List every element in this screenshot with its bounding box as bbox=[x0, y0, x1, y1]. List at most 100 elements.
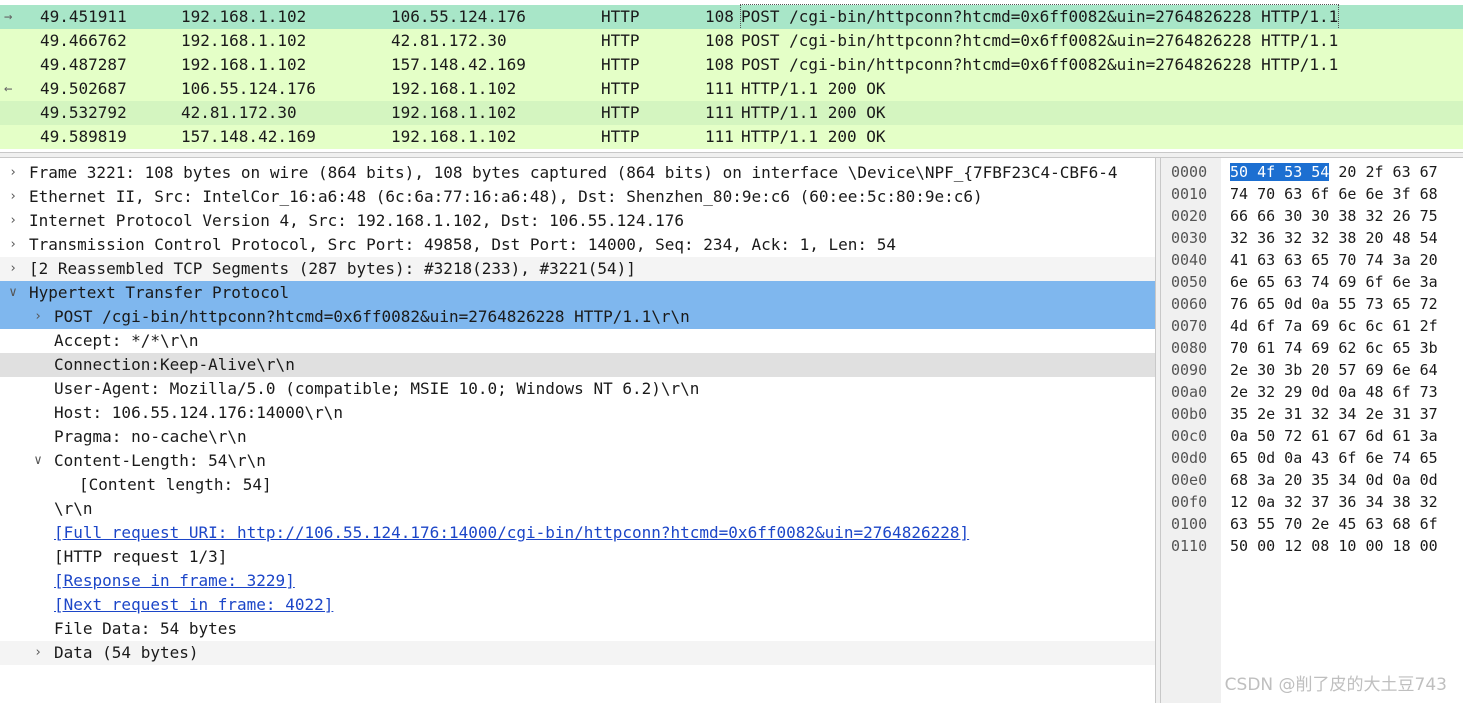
detail-row[interactable]: › POST /cgi-bin/httpconn?htcmd=0x6ff0082&… bbox=[0, 305, 1155, 329]
detail-row[interactable]: [Content length: 54] bbox=[0, 473, 1155, 497]
packet-row[interactable]: 49.589819 157.148.42.169 192.168.1.102 HTTP… bbox=[0, 125, 1463, 149]
detail-row[interactable]: Connection:Keep-Alive\r\n bbox=[0, 353, 1155, 377]
packet-source: 192.168.1.102 bbox=[181, 7, 307, 26]
hex-row[interactable]: 0050 6e 65 63 74 69 6f 6e 3a bbox=[1161, 271, 1463, 293]
packet-details-tree[interactable]: › Frame 3221: 108 bytes on wire (864 bits… bbox=[0, 158, 1155, 703]
hex-row[interactable]: 0110 50 00 12 08 10 00 18 00 bbox=[1161, 535, 1463, 557]
packet-protocol: HTTP bbox=[601, 79, 640, 98]
hex-bytes[interactable]: 6e 65 63 74 69 6f 6e 3a bbox=[1230, 271, 1438, 293]
detail-row[interactable]: User-Agent: Mozilla/5.0 (compatible; MSI… bbox=[0, 377, 1155, 401]
hex-row[interactable]: 0030 32 36 32 32 38 20 48 54 bbox=[1161, 227, 1463, 249]
hex-offset: 00b0 bbox=[1171, 405, 1208, 423]
hex-row[interactable]: 0070 4d 6f 7a 69 6c 6c 61 2f bbox=[1161, 315, 1463, 337]
packet-length: 111 bbox=[705, 103, 734, 122]
hex-row[interactable]: 0010 74 70 63 6f 6e 6e 3f 68 bbox=[1161, 183, 1463, 205]
detail-link[interactable]: [Full request URI: http://106.55.124.176… bbox=[54, 521, 969, 545]
detail-row[interactable]: Host: 106.55.124.176:14000\r\n bbox=[0, 401, 1155, 425]
detail-row[interactable]: › Data (54 bytes) bbox=[0, 641, 1155, 665]
detail-row[interactable]: › [2 Reassembled TCP Segments (287 bytes)… bbox=[0, 257, 1155, 281]
packet-length: 108 bbox=[705, 31, 734, 50]
hex-bytes[interactable]: 50 00 12 08 10 00 18 00 bbox=[1230, 535, 1438, 557]
hex-offset: 0050 bbox=[1171, 273, 1208, 291]
detail-row[interactable]: › Transmission Control Protocol, Src Port… bbox=[0, 233, 1155, 257]
hex-bytes[interactable]: 50 4f 53 54 20 2f 63 67 bbox=[1230, 161, 1438, 183]
hex-bytes[interactable]: 0a 50 72 61 67 6d 61 3a bbox=[1230, 425, 1438, 447]
hex-row[interactable]: 0040 41 63 63 65 70 74 3a 20 bbox=[1161, 249, 1463, 271]
packet-row[interactable]: 49.532792 42.81.172.30 192.168.1.102 HTTP 11… bbox=[0, 101, 1463, 125]
packet-info: POST /cgi-bin/httpconn?htcmd=0x6ff0082&u… bbox=[739, 4, 1340, 30]
hex-byte-values: 66 66 30 30 38 32 26 75 bbox=[1230, 207, 1438, 225]
hex-bytes[interactable]: 68 3a 20 35 34 0d 0a 0d bbox=[1230, 469, 1438, 491]
packet-list[interactable]: → 49.451911 192.168.1.102 106.55.124.176 HTT… bbox=[0, 0, 1463, 152]
hex-row[interactable]: 0060 76 65 0d 0a 55 73 65 72 bbox=[1161, 293, 1463, 315]
packet-row[interactable]: ← 49.502687 106.55.124.176 192.168.1.102 HTT… bbox=[0, 77, 1463, 101]
expand-chevron-down-icon[interactable]: ∨ bbox=[6, 281, 20, 305]
hex-byte-values: 20 2f 63 67 bbox=[1329, 163, 1438, 181]
detail-text: Data (54 bytes) bbox=[54, 643, 199, 662]
detail-row[interactable]: [HTTP request 1/3] bbox=[0, 545, 1155, 569]
hex-bytes[interactable]: 2e 30 3b 20 57 69 6e 64 bbox=[1230, 359, 1438, 381]
hex-row[interactable]: 00b0 35 2e 31 32 34 2e 31 37 bbox=[1161, 403, 1463, 425]
hex-row[interactable]: 00d0 65 0d 0a 43 6f 6e 74 65 bbox=[1161, 447, 1463, 469]
hex-bytes[interactable]: 70 61 74 69 62 6c 65 3b bbox=[1230, 337, 1438, 359]
detail-row[interactable]: Accept: */*\r\n bbox=[0, 329, 1155, 353]
detail-row[interactable]: [Full request URI: http://106.55.124.176… bbox=[0, 521, 1155, 545]
hex-row[interactable]: 00c0 0a 50 72 61 67 6d 61 3a bbox=[1161, 425, 1463, 447]
hex-bytes[interactable]: 2e 32 29 0d 0a 48 6f 73 bbox=[1230, 381, 1438, 403]
detail-text: User-Agent: Mozilla/5.0 (compatible; MSI… bbox=[54, 379, 700, 398]
detail-row[interactable]: Pragma: no-cache\r\n bbox=[0, 425, 1155, 449]
collapse-chevron-right-icon[interactable]: › bbox=[6, 257, 20, 281]
hex-bytes[interactable]: 32 36 32 32 38 20 48 54 bbox=[1230, 227, 1438, 249]
hex-row[interactable]: 0020 66 66 30 30 38 32 26 75 bbox=[1161, 205, 1463, 227]
hex-bytes[interactable]: 63 55 70 2e 45 63 68 6f bbox=[1230, 513, 1438, 535]
collapse-chevron-right-icon[interactable]: › bbox=[6, 209, 20, 233]
hex-offset: 0070 bbox=[1171, 317, 1208, 335]
detail-row[interactable]: [Next request in frame: 4022] bbox=[0, 593, 1155, 617]
collapse-chevron-right-icon[interactable]: › bbox=[6, 161, 20, 185]
hex-bytes[interactable]: 4d 6f 7a 69 6c 6c 61 2f bbox=[1230, 315, 1438, 337]
packet-length: 108 bbox=[705, 55, 734, 74]
hex-bytes[interactable]: 74 70 63 6f 6e 6e 3f 68 bbox=[1230, 183, 1438, 205]
hex-row[interactable]: 0090 2e 30 3b 20 57 69 6e 64 bbox=[1161, 359, 1463, 381]
hex-row[interactable]: 00a0 2e 32 29 0d 0a 48 6f 73 bbox=[1161, 381, 1463, 403]
packet-row[interactable]: 49.466762 192.168.1.102 42.81.172.30 HTTP 10… bbox=[0, 29, 1463, 53]
detail-row[interactable]: › Internet Protocol Version 4, Src: 192.1… bbox=[0, 209, 1155, 233]
collapse-chevron-right-icon[interactable]: › bbox=[31, 305, 45, 329]
hex-offset: 0080 bbox=[1171, 339, 1208, 357]
collapse-chevron-right-icon[interactable]: › bbox=[31, 641, 45, 665]
detail-link[interactable]: [Next request in frame: 4022] bbox=[54, 593, 333, 617]
hex-selected-bytes[interactable]: 50 4f 53 54 bbox=[1230, 163, 1330, 181]
expand-chevron-down-icon[interactable]: ∨ bbox=[31, 449, 45, 473]
hex-offset: 0000 bbox=[1171, 163, 1208, 181]
packet-length: 111 bbox=[705, 79, 734, 98]
packet-row[interactable]: → 49.451911 192.168.1.102 106.55.124.176 HTT… bbox=[0, 4, 1463, 30]
hex-bytes[interactable]: 66 66 30 30 38 32 26 75 bbox=[1230, 205, 1438, 227]
packet-row[interactable]: 49.487287 192.168.1.102 157.148.42.169 HTTP… bbox=[0, 53, 1463, 77]
detail-text: Connection:Keep-Alive\r\n bbox=[54, 355, 295, 374]
detail-row[interactable]: › Frame 3221: 108 bytes on wire (864 bits… bbox=[0, 161, 1155, 185]
hex-bytes[interactable]: 12 0a 32 37 36 34 38 32 bbox=[1230, 491, 1438, 513]
packet-bytes-pane[interactable]: 0000 50 4f 53 54 20 2f 63 67 0010 74 70 63 … bbox=[1161, 158, 1463, 703]
detail-row[interactable]: \r\n bbox=[0, 497, 1155, 521]
hex-row[interactable]: 0000 50 4f 53 54 20 2f 63 67 bbox=[1161, 161, 1463, 183]
hex-bytes[interactable]: 65 0d 0a 43 6f 6e 74 65 bbox=[1230, 447, 1438, 469]
detail-row[interactable]: › Ethernet II, Src: IntelCor_16:a6:48 (6c… bbox=[0, 185, 1155, 209]
detail-row[interactable]: File Data: 54 bytes bbox=[0, 617, 1155, 641]
packet-length: 111 bbox=[705, 127, 734, 146]
detail-row[interactable]: [Response in frame: 3229] bbox=[0, 569, 1155, 593]
hex-row[interactable]: 00f0 12 0a 32 37 36 34 38 32 bbox=[1161, 491, 1463, 513]
hex-bytes[interactable]: 35 2e 31 32 34 2e 31 37 bbox=[1230, 403, 1438, 425]
hex-row[interactable]: 0080 70 61 74 69 62 6c 65 3b bbox=[1161, 337, 1463, 359]
collapse-chevron-right-icon[interactable]: › bbox=[6, 233, 20, 257]
detail-row[interactable]: ∨ Hypertext Transfer Protocol bbox=[0, 281, 1155, 305]
collapse-chevron-right-icon[interactable]: › bbox=[6, 185, 20, 209]
hex-offset: 0040 bbox=[1171, 251, 1208, 269]
hex-row[interactable]: 0100 63 55 70 2e 45 63 68 6f bbox=[1161, 513, 1463, 535]
hex-bytes[interactable]: 76 65 0d 0a 55 73 65 72 bbox=[1230, 293, 1438, 315]
hex-bytes[interactable]: 41 63 63 65 70 74 3a 20 bbox=[1230, 249, 1438, 271]
hex-row[interactable]: 00e0 68 3a 20 35 34 0d 0a 0d bbox=[1161, 469, 1463, 491]
packet-source: 192.168.1.102 bbox=[181, 31, 307, 50]
hex-offset: 0010 bbox=[1171, 185, 1208, 203]
detail-row[interactable]: ∨ Content-Length: 54\r\n bbox=[0, 449, 1155, 473]
detail-link[interactable]: [Response in frame: 3229] bbox=[54, 569, 295, 593]
